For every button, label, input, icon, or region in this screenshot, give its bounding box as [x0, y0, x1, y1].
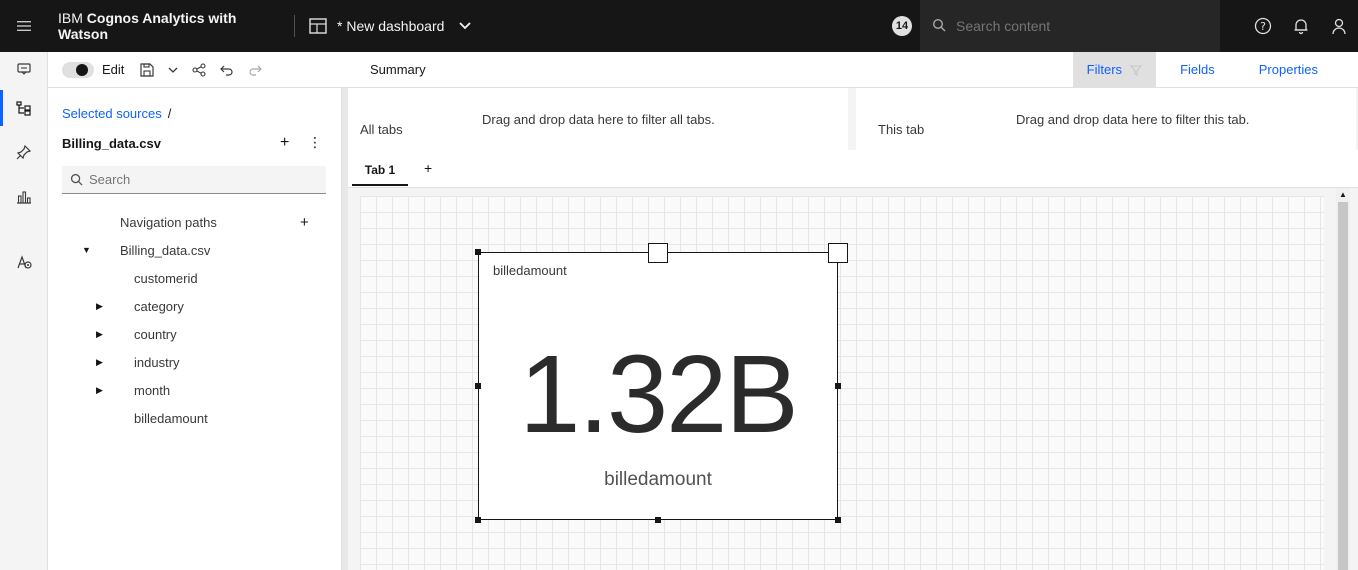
breadcrumb: Selected sources / [62, 106, 171, 121]
topbar-divider [294, 15, 295, 37]
tree-item-label: month [134, 382, 171, 398]
tab-fields[interactable]: Fields [1156, 62, 1239, 77]
tree-item-navigation-paths[interactable]: Navigation paths + [62, 208, 332, 236]
data-sources-icon[interactable] [0, 86, 48, 130]
source-search-input[interactable] [89, 172, 265, 187]
tree-item-customerid[interactable]: customerid [62, 264, 332, 292]
add-navigation-path-icon[interactable]: + [300, 214, 309, 231]
toolbar-actions: Edit [48, 61, 342, 78]
topbar-actions: ? [1244, 0, 1358, 52]
filters-label: Filters [1086, 62, 1123, 77]
brand-prefix: IBM [58, 10, 87, 26]
search-icon [70, 173, 83, 186]
caret-down-icon[interactable]: ▼ [82, 245, 91, 255]
tree-item-category[interactable]: ▶ category [62, 292, 332, 320]
overflow-menu-icon[interactable]: ⋮ [308, 134, 322, 151]
help-icon[interactable]: ? [1244, 17, 1282, 35]
tree-item-billing-data[interactable]: ▼ Billing_data.csv [62, 236, 332, 264]
undo-icon[interactable] [220, 64, 234, 76]
breadcrumb-selected-sources[interactable]: Selected sources [62, 106, 162, 121]
this-tab-hint: Drag and drop data here to filter this t… [1016, 112, 1250, 127]
source-tree: Navigation paths + ▼ Billing_data.csv cu… [62, 208, 332, 432]
svg-text:?: ? [1260, 20, 1266, 33]
resize-handle-bottom-right[interactable] [835, 517, 841, 523]
kpi-value: 1.32B [519, 333, 798, 456]
share-icon[interactable] [192, 62, 206, 77]
redo-icon[interactable] [248, 64, 263, 76]
assistant-icon[interactable] [0, 240, 48, 284]
caret-right-icon[interactable]: ▶ [96, 357, 103, 368]
dashboard-icon [309, 18, 327, 34]
global-search-input[interactable] [956, 18, 1196, 34]
resize-handle-top-left[interactable] [475, 249, 481, 255]
this-tab-label: This tab [878, 122, 925, 137]
tree-item-label: billedamount [134, 410, 208, 426]
sources-panel: Selected sources / Billing_data.csv + ⋮ N… [48, 88, 342, 570]
notification-badge[interactable]: 14 [892, 16, 912, 36]
edit-toggle[interactable] [62, 61, 94, 78]
tab-filters[interactable]: Filters [1072, 52, 1157, 87]
chevron-down-icon[interactable] [458, 21, 472, 31]
resize-handle-bottom[interactable] [655, 517, 661, 523]
left-rail [0, 52, 48, 570]
this-tab-filter-zone[interactable]: This tab Drag and drop data here to filt… [856, 88, 1356, 150]
visualizations-icon[interactable] [0, 174, 48, 218]
tree-item-label: category [134, 298, 184, 314]
tree-item-industry[interactable]: ▶ industry [62, 348, 332, 376]
kpi-caption: billedamount [604, 469, 712, 490]
hamburger-menu-icon[interactable] [0, 0, 48, 52]
caret-right-icon[interactable]: ▶ [96, 301, 103, 312]
source-title: Billing_data.csv [62, 136, 161, 151]
comment-icon[interactable] [0, 52, 48, 86]
kpi-widget[interactable]: billedamount 1.32B billedamount [478, 252, 838, 520]
resize-handle-bottom-left[interactable] [475, 517, 481, 523]
save-options-chevron-icon[interactable] [168, 66, 178, 74]
source-search[interactable] [62, 166, 326, 194]
all-tabs-filter-zone[interactable]: All tabs Drag and drop data here to filt… [348, 88, 848, 150]
tree-item-label: customerid [134, 270, 198, 286]
scroll-up-icon[interactable]: ▲ [1339, 190, 1347, 199]
resize-handle-left[interactable] [475, 383, 481, 389]
canvas-scrollbar[interactable]: ▲ [1336, 188, 1350, 570]
tree-item-country[interactable]: ▶ country [62, 320, 332, 348]
filter-bar: All tabs Drag and drop data here to filt… [348, 88, 1358, 150]
scroll-thumb[interactable] [1338, 202, 1348, 570]
save-icon[interactable] [140, 62, 155, 77]
tree-item-label: country [134, 326, 177, 342]
user-icon[interactable] [1320, 17, 1358, 35]
top-bar: IBM Cognos Analytics with Watson * New d… [0, 0, 1358, 52]
tab-1[interactable]: Tab 1 [352, 160, 408, 186]
resize-handle-right[interactable] [835, 383, 841, 389]
search-icon [932, 18, 946, 35]
caret-right-icon[interactable]: ▶ [96, 385, 103, 396]
bell-icon[interactable] [1282, 17, 1320, 35]
tree-item-month[interactable]: ▶ month [62, 376, 332, 404]
tree-item-label: Billing_data.csv [120, 242, 211, 258]
all-tabs-label: All tabs [360, 122, 403, 137]
app-brand: IBM Cognos Analytics with Watson [48, 10, 278, 42]
dashboard-title[interactable]: * New dashboard [337, 18, 444, 34]
filter-funnel-icon [1130, 64, 1143, 76]
pin-icon[interactable] [0, 130, 48, 174]
edit-label: Edit [102, 62, 125, 77]
all-tabs-hint: Drag and drop data here to filter all ta… [482, 112, 715, 127]
widget-menu-handle[interactable] [828, 243, 848, 263]
tree-item-label: industry [134, 354, 180, 370]
tree-item-label: Navigation paths [120, 214, 217, 230]
tab-properties[interactable]: Properties [1239, 62, 1358, 77]
add-source-icon[interactable]: + [280, 134, 289, 152]
breadcrumb-separator: / [167, 106, 172, 121]
add-tab-button[interactable]: + [424, 160, 432, 176]
dashboard-toolbar: Edit Summary Filters Fields Properties [48, 52, 1358, 88]
widget-move-handle[interactable] [648, 243, 668, 263]
tree-item-billedamount[interactable]: billedamount [62, 404, 332, 432]
dashboard-tabs: Tab 1 + [348, 150, 1358, 188]
summary-tab[interactable]: Summary [370, 62, 426, 77]
caret-right-icon[interactable]: ▶ [96, 329, 103, 340]
panel-tabs: Filters Fields Properties [1072, 52, 1358, 87]
global-search[interactable] [920, 0, 1220, 52]
widget-title: billedamount [493, 263, 567, 278]
